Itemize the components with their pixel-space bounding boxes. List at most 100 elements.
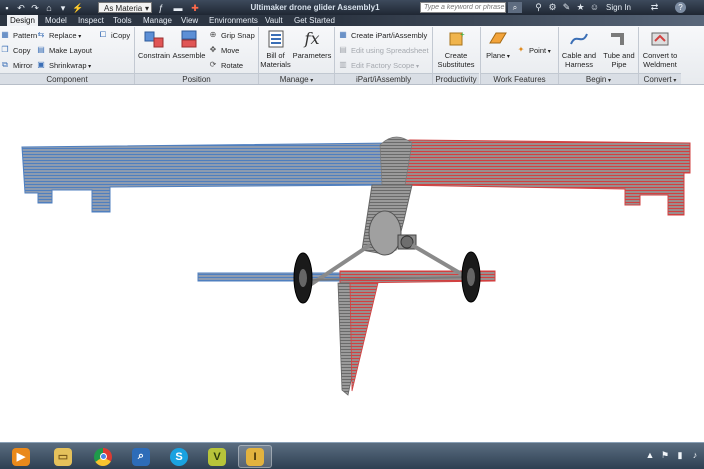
file-explorer-button[interactable]: ▭ — [46, 445, 80, 468]
grip-snap-label: Grip Snap — [221, 30, 255, 40]
v-app-icon: V — [208, 447, 226, 466]
bill-of-materials-button[interactable]: Bill of Materials — [259, 29, 292, 69]
make-layout-button[interactable]: ▤ Make Layout — [36, 44, 92, 56]
tab-tools[interactable]: Tools — [113, 15, 132, 26]
tab-environments[interactable]: Environments — [209, 15, 258, 26]
productivity-group-label: Productivity — [433, 73, 479, 84]
begin-group-label[interactable]: Begin — [559, 73, 638, 84]
flag-icon[interactable]: ⚑ — [660, 449, 670, 461]
shrinkwrap-label: Shrinkwrap — [49, 61, 91, 70]
tray-arrow-icon[interactable]: ▲ — [645, 449, 655, 461]
tab-model[interactable]: Model — [45, 15, 67, 26]
volume-icon[interactable]: ♪ — [690, 449, 700, 461]
magnifier-icon: ⌕ — [132, 447, 150, 466]
svg-text:+: + — [460, 30, 465, 39]
binoculars-icon[interactable]: ⚲ — [533, 2, 544, 13]
convert-group-label[interactable]: Convert — [639, 73, 681, 84]
cable-harness-icon — [570, 33, 588, 45]
vectorworks-button[interactable]: V — [200, 445, 234, 468]
edit-spreadsheet-button[interactable]: ▤ Edit using Spreadsheet — [338, 44, 429, 56]
edit-factory-scope-button[interactable]: ▥ Edit Factory Scope — [338, 59, 419, 71]
undo-icon[interactable]: ↶ — [16, 3, 26, 13]
media-player-button[interactable]: ▶ — [4, 445, 38, 468]
shrinkwrap-button[interactable]: ▣ Shrinkwrap — [36, 59, 91, 71]
cable-harness-label-1: Cable and — [561, 51, 597, 60]
move-icon: ✥ — [209, 45, 217, 54]
icopy-button[interactable]: ⧠ iCopy — [98, 29, 130, 41]
update-icon[interactable]: ⚡ — [72, 3, 83, 13]
tube-pipe-button[interactable]: Tube and Pipe — [600, 29, 638, 69]
replace-button[interactable]: ⇆ Replace — [36, 29, 81, 41]
select-icon[interactable]: ▾ — [58, 3, 68, 13]
battery-icon[interactable]: ▮ — [675, 449, 685, 461]
sign-in-link[interactable]: Sign In — [606, 0, 631, 15]
convert-weldment-button[interactable]: Convert to Weldment — [639, 29, 681, 69]
inventor-icon: I — [246, 447, 264, 466]
tube-pipe-label-1: Tube and — [603, 51, 635, 60]
plane-button[interactable]: Plane — [484, 29, 512, 62]
constrain-label: Constrain — [137, 51, 171, 60]
point-button[interactable]: ✦ Point — [516, 44, 551, 56]
search-icon[interactable]: ⌕ — [508, 2, 522, 13]
create-ipart-icon: ▦ — [339, 30, 347, 39]
assemble-button[interactable]: Assemble — [171, 29, 207, 60]
pattern-button[interactable]: ▦ Pattern — [0, 29, 37, 41]
app-menu-icon[interactable]: ▪ — [2, 3, 12, 13]
search-input[interactable] — [420, 2, 506, 13]
component-group-label: Component — [0, 73, 134, 84]
right-wing[interactable] — [394, 139, 691, 216]
network-icon[interactable]: ⚙ — [547, 2, 558, 13]
inventor-button[interactable]: I — [238, 445, 272, 468]
grip-snap-button[interactable]: ⊕ Grip Snap — [208, 29, 255, 41]
parameters-button[interactable]: fx Parameters — [292, 29, 332, 60]
help-icon[interactable]: ? — [675, 2, 686, 13]
create-ipart-button[interactable]: ▦ Create iPart/iAssembly — [338, 29, 427, 41]
wrench-icon[interactable]: ✎ — [561, 2, 572, 13]
chrome-button[interactable] — [86, 445, 120, 468]
crosshair-icon[interactable]: ✚ — [190, 3, 200, 13]
redo-icon[interactable]: ↷ — [30, 3, 40, 13]
tube-pipe-label-2: Pipe — [611, 60, 627, 69]
position-group-label: Position — [135, 73, 258, 84]
point-label: Point — [529, 46, 551, 55]
graphics-viewport[interactable] — [0, 85, 704, 442]
tab-get-started[interactable]: Get Started — [294, 15, 335, 26]
exchange-icon[interactable]: ⇄ — [649, 2, 660, 13]
mirror-button[interactable]: ⧉ Mirror — [0, 59, 32, 71]
tab-inspect[interactable]: Inspect — [78, 15, 104, 26]
constrain-button[interactable]: Constrain — [136, 29, 172, 60]
glider-assembly-model[interactable] — [0, 85, 704, 442]
folder-icon: ▭ — [54, 447, 72, 466]
create-substitutes-button[interactable]: + Create Substitutes — [434, 29, 478, 69]
ribbon-tabs: Design Model Inspect Tools Manage View E… — [0, 15, 704, 26]
manage-group-label[interactable]: Manage — [259, 73, 334, 84]
tab-design[interactable]: Design — [7, 15, 38, 26]
tab-view[interactable]: View — [181, 15, 198, 26]
cable-harness-button[interactable]: Cable and Harness — [559, 29, 599, 69]
ribbon-panel: ▦ Pattern ❐ Copy ⧉ Mirror ⇆ Replace ▤ Ma… — [0, 26, 704, 85]
fuselage-nose — [368, 210, 402, 256]
skype-button[interactable]: S — [162, 445, 196, 468]
icopy-icon: ⧠ — [99, 30, 107, 39]
bill-of-materials-icon — [268, 30, 283, 48]
move-label: Move — [221, 45, 240, 55]
left-wing[interactable] — [21, 142, 396, 213]
tab-manage[interactable]: Manage — [143, 15, 172, 26]
star-icon[interactable]: ★ — [575, 2, 586, 13]
material-dropdown[interactable]: As Materia — [98, 2, 152, 14]
home-icon[interactable]: ⌂ — [44, 3, 54, 13]
user-icon[interactable]: ☺ — [589, 2, 600, 13]
tail-fin-red[interactable] — [349, 282, 379, 392]
layout-icon: ▤ — [37, 45, 45, 54]
tube-pipe-icon — [611, 33, 624, 45]
copy-button[interactable]: ❐ Copy — [0, 44, 30, 56]
move-button[interactable]: ✥ Move — [208, 44, 240, 56]
convert-weldment-label-2: Weldment — [643, 60, 677, 69]
measure-icon[interactable]: ▬ — [173, 3, 183, 13]
tab-vault[interactable]: Vault — [265, 15, 283, 26]
fx-icon[interactable]: ƒ — [156, 3, 166, 13]
edit-spreadsheet-label: Edit using Spreadsheet — [351, 45, 429, 55]
rotate-button[interactable]: ⟳ Rotate — [208, 59, 243, 71]
edit-factory-scope-label: Edit Factory Scope — [351, 61, 419, 70]
search-app-button[interactable]: ⌕ — [124, 445, 158, 468]
